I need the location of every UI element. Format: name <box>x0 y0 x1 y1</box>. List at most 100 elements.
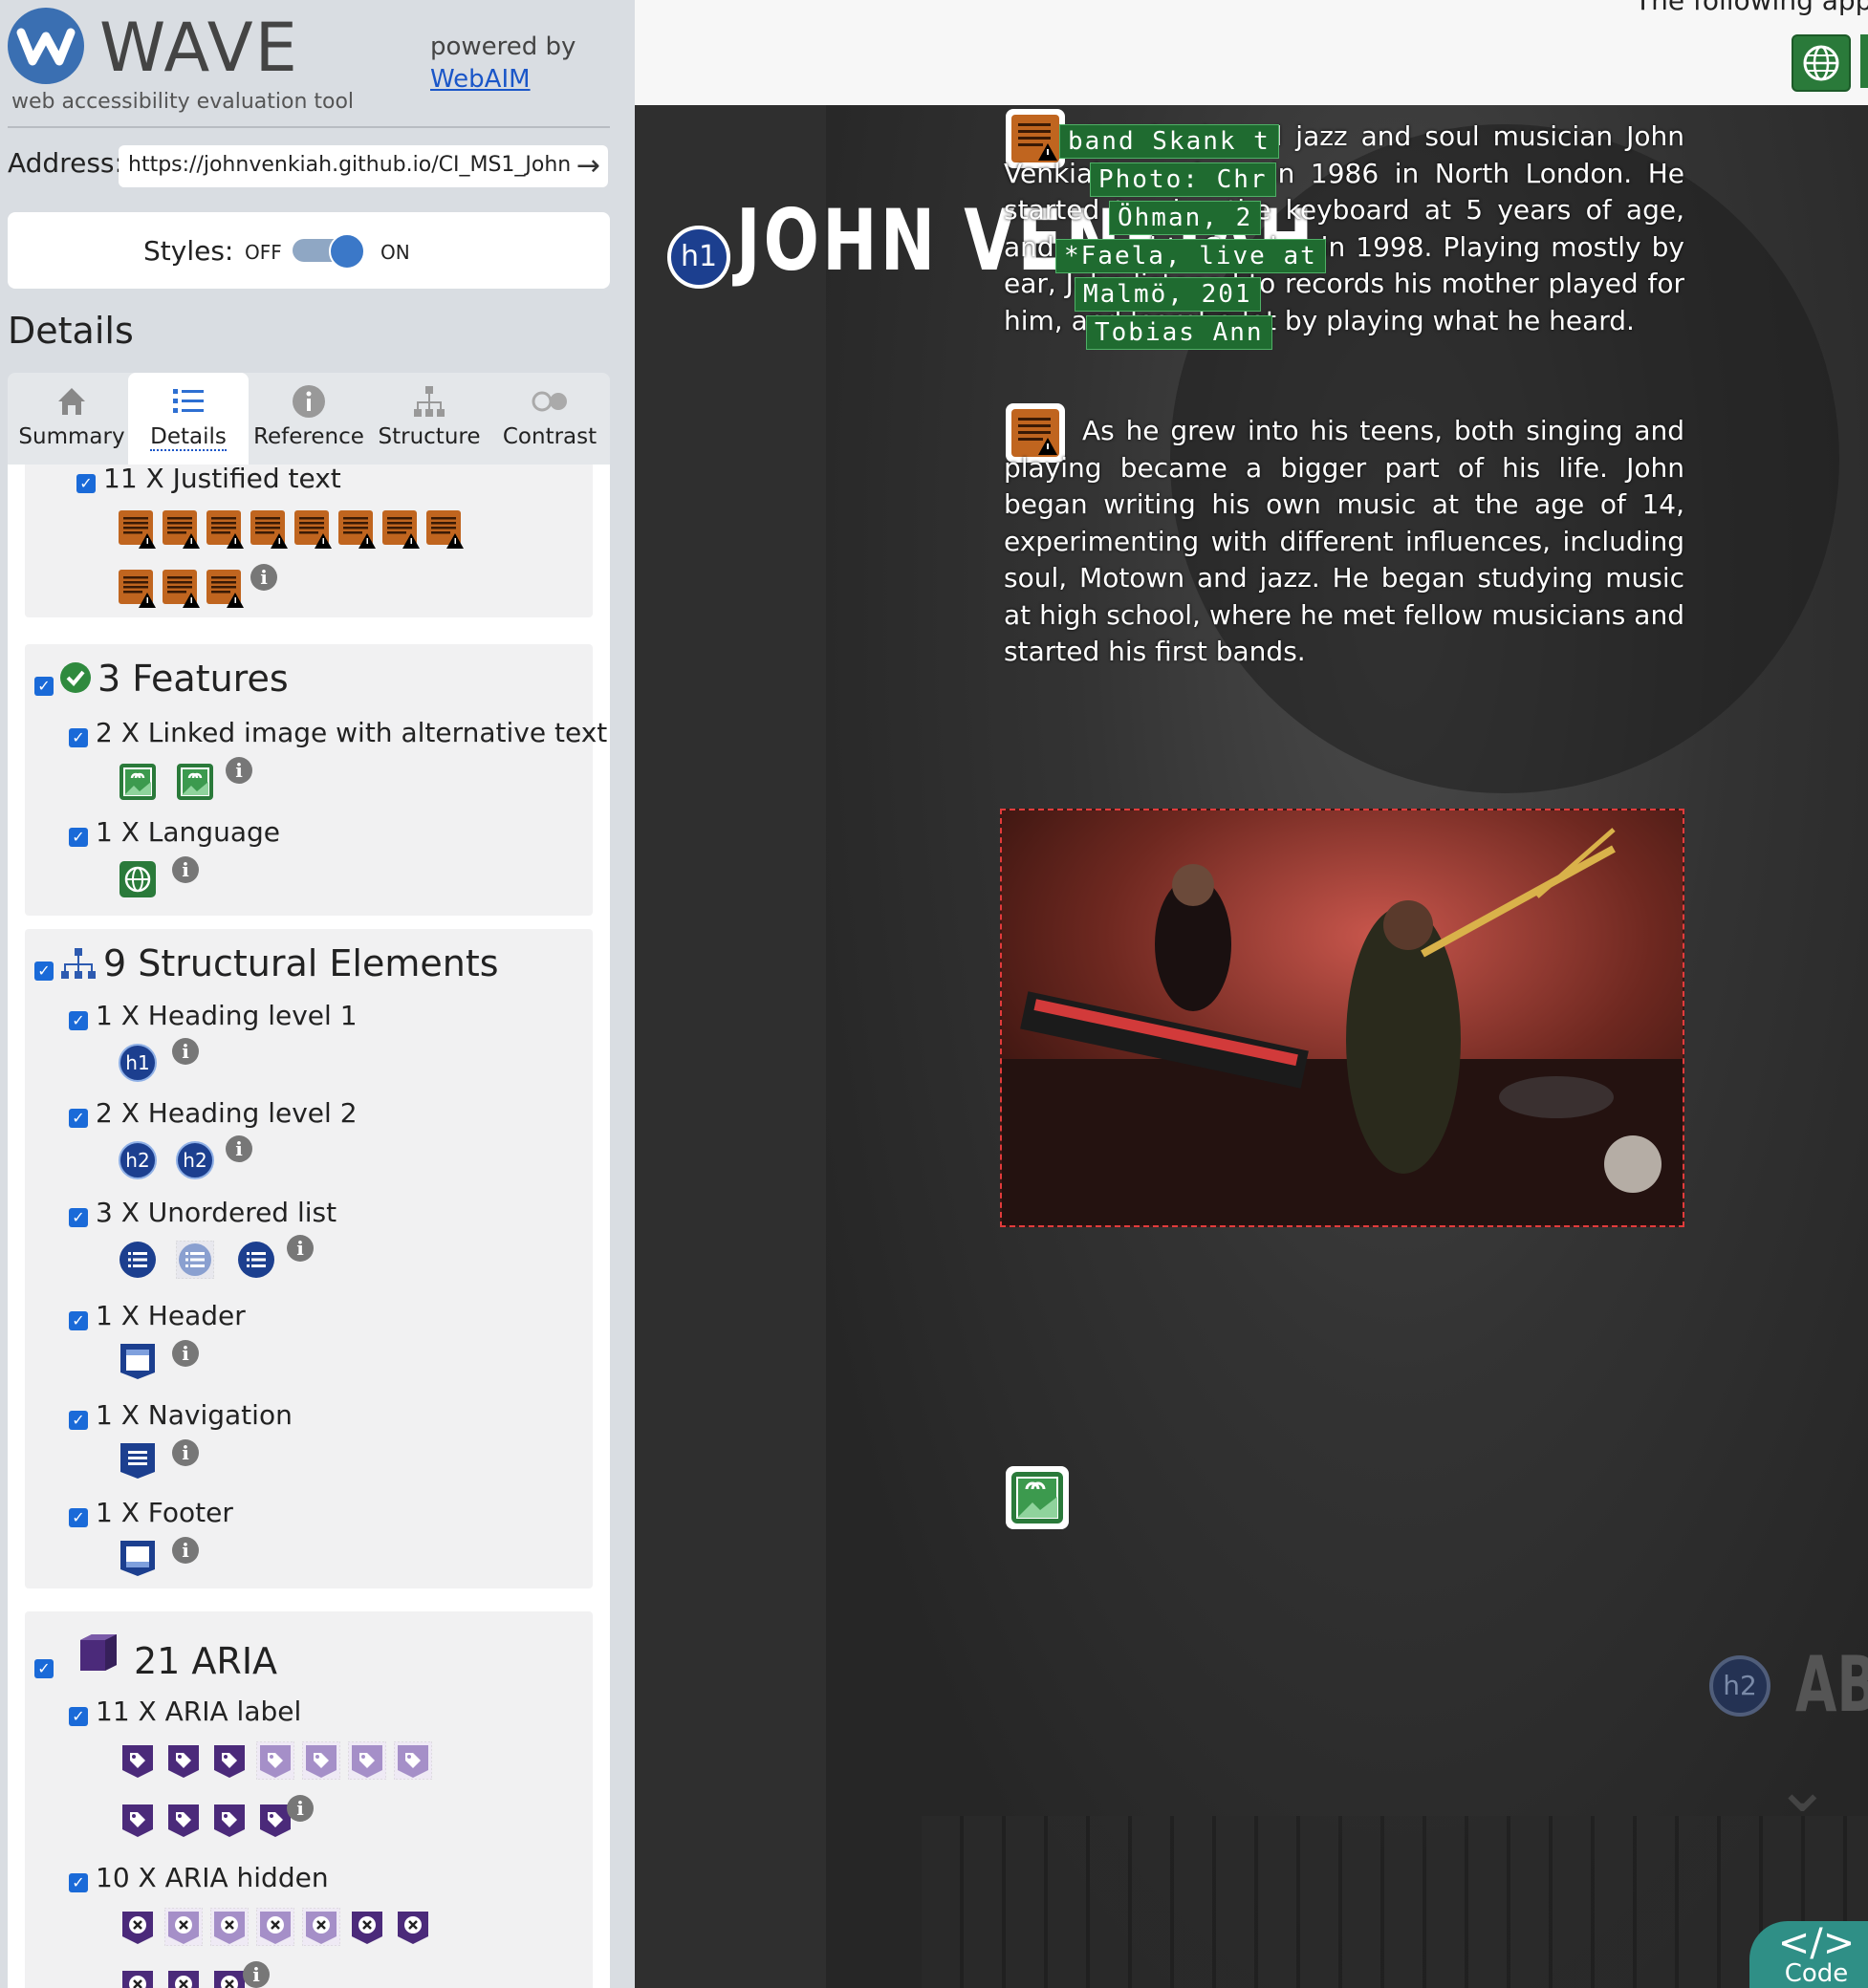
heading2-checkbox[interactable]: ✓ <box>69 1109 88 1128</box>
justified-text-icon[interactable] <box>119 570 157 608</box>
aria-hidden-icon[interactable] <box>394 1908 432 1946</box>
info-icon[interactable]: i <box>172 856 199 883</box>
aria-label-checkbox[interactable]: ✓ <box>69 1707 88 1726</box>
address-input[interactable]: https://johnvenkiah.github.io/CI_MS1_Joh… <box>119 145 608 187</box>
tab-reference[interactable]: Reference <box>249 373 369 465</box>
tab-details[interactable]: Details <box>128 373 249 465</box>
aria-hidden-checkbox[interactable]: ✓ <box>69 1873 88 1892</box>
aria-hidden-icon[interactable] <box>164 1967 203 1988</box>
justified-text-icon[interactable] <box>294 510 333 549</box>
list-icon[interactable] <box>237 1241 275 1279</box>
aria-label-icon[interactable] <box>164 1801 203 1839</box>
partial-icon <box>1860 34 1868 88</box>
info-icon[interactable]: i <box>287 1235 314 1262</box>
justified-text-icon[interactable] <box>382 510 421 549</box>
justified-text-icon[interactable] <box>119 510 157 549</box>
aria-checkbox[interactable]: ✓ <box>34 1659 54 1678</box>
navigation-landmark-icon[interactable] <box>119 1441 157 1480</box>
header-landmark-icon[interactable] <box>119 1342 157 1380</box>
footer-checkbox[interactable]: ✓ <box>69 1508 88 1527</box>
tab-structure[interactable]: Structure <box>369 373 489 465</box>
linked-image-icon[interactable] <box>119 763 157 801</box>
aria-label-icon[interactable] <box>393 1740 433 1781</box>
info-icon[interactable]: i <box>172 1537 199 1564</box>
info-icon[interactable]: i <box>226 757 252 784</box>
h1-badge-icon[interactable]: h1 <box>119 1044 157 1082</box>
tab-contrast[interactable]: Contrast <box>489 373 610 465</box>
aria-hidden-icon[interactable] <box>255 1907 295 1947</box>
linked-image-icon[interactable] <box>176 763 214 801</box>
code-toggle-button[interactable]: </> Code <box>1749 1921 1868 1988</box>
bio-paragraph-2: As he grew into his teens, both singing … <box>1004 415 1684 667</box>
aria-label-label: 11 X ARIA label <box>96 1696 302 1727</box>
info-icon[interactable]: i <box>172 1340 199 1367</box>
aria-hidden-icon[interactable] <box>209 1907 250 1947</box>
h2-badge-icon[interactable]: h2 <box>1709 1655 1770 1717</box>
info-icon[interactable]: i <box>243 1961 270 1988</box>
wave-logo-icon <box>8 8 84 84</box>
unordered-list-label: 3 X Unordered list <box>96 1197 337 1228</box>
justified-text-icon[interactable] <box>206 510 245 549</box>
h2-badge-icon[interactable]: h2 <box>176 1141 214 1179</box>
features-checkbox[interactable]: ✓ <box>34 677 54 696</box>
aria-label-icon[interactable] <box>164 1741 203 1780</box>
justified-text-icon[interactable] <box>206 570 245 608</box>
aria-hidden-icon[interactable] <box>348 1908 386 1946</box>
info-icon[interactable]: i <box>287 1795 314 1822</box>
list-icon[interactable] <box>176 1241 214 1279</box>
info-icon[interactable]: i <box>172 1038 199 1065</box>
navigation-checkbox[interactable]: ✓ <box>69 1411 88 1430</box>
tab-summary[interactable]: Summary <box>11 373 132 465</box>
heading1-label: 1 X Heading level 1 <box>96 1000 358 1031</box>
aria-label-icon[interactable] <box>210 1741 249 1780</box>
h2-badge-icon[interactable]: h2 <box>119 1141 157 1179</box>
aria-label-icon[interactable] <box>210 1801 249 1839</box>
justified-text-icon[interactable] <box>338 510 377 549</box>
justified-text-icon[interactable] <box>163 510 201 549</box>
aria-label-icon[interactable] <box>255 1740 295 1781</box>
check-circle-icon <box>60 662 91 693</box>
go-arrow-icon[interactable]: → <box>576 149 600 183</box>
globe-icon[interactable] <box>1792 34 1851 92</box>
heading1-checkbox[interactable]: ✓ <box>69 1011 88 1030</box>
justified-text-icon[interactable] <box>426 510 465 549</box>
header-checkbox[interactable]: ✓ <box>69 1311 88 1330</box>
aria-hidden-icon[interactable] <box>119 1908 157 1946</box>
info-icon[interactable]: i <box>172 1439 199 1466</box>
concert-photo[interactable] <box>1000 809 1684 1227</box>
globe-icon[interactable] <box>119 860 157 898</box>
language-checkbox[interactable]: ✓ <box>69 828 88 847</box>
info-icon[interactable]: i <box>226 1135 252 1162</box>
linked-image-checkbox[interactable]: ✓ <box>69 728 88 747</box>
styles-off-label: OFF <box>245 241 282 264</box>
linked-image-icon[interactable] <box>1006 1466 1069 1529</box>
structure-icon <box>61 948 96 979</box>
aria-label-icon[interactable] <box>119 1741 157 1780</box>
aria-hidden-icon[interactable] <box>163 1907 204 1947</box>
aria-label-icon[interactable] <box>301 1740 341 1781</box>
h1-badge-icon[interactable]: h1 <box>667 226 730 289</box>
justified-checkbox[interactable]: ✓ <box>76 474 96 493</box>
structural-checkbox[interactable]: ✓ <box>34 962 54 981</box>
structure-icon <box>414 386 445 417</box>
tab-bar: Summary Details Reference Structure Cont… <box>8 373 610 465</box>
powered-by-label: powered by <box>430 32 576 61</box>
section-heading-fragment: AB <box>1795 1640 1868 1729</box>
aria-hidden-icon[interactable] <box>301 1907 341 1947</box>
caption-line: Tobias Ann <box>1086 315 1272 350</box>
aria-label-icon[interactable] <box>119 1801 157 1839</box>
aria-hidden-icon[interactable] <box>119 1967 157 1988</box>
panel-heading: Details <box>8 310 134 352</box>
justified-text-icon[interactable] <box>250 510 289 549</box>
page-preview: The following apply t h1 JOHN VENKIAH Sw… <box>635 0 1868 1988</box>
styles-toggle-knob[interactable] <box>329 233 365 270</box>
group-aria: ✓ 21 ARIA ✓ 11 X ARIA label i ✓ 10 X ARI… <box>25 1611 593 1988</box>
chevron-down-icon[interactable]: ⌄ <box>1774 1749 1831 1827</box>
webaim-link[interactable]: WebAIM <box>430 63 576 96</box>
aria-label-icon[interactable] <box>347 1740 387 1781</box>
info-icon[interactable]: i <box>250 564 277 591</box>
footer-landmark-icon[interactable] <box>119 1539 157 1577</box>
list-icon[interactable] <box>119 1241 157 1279</box>
justified-text-icon[interactable] <box>163 570 201 608</box>
unordered-list-checkbox[interactable]: ✓ <box>69 1208 88 1227</box>
